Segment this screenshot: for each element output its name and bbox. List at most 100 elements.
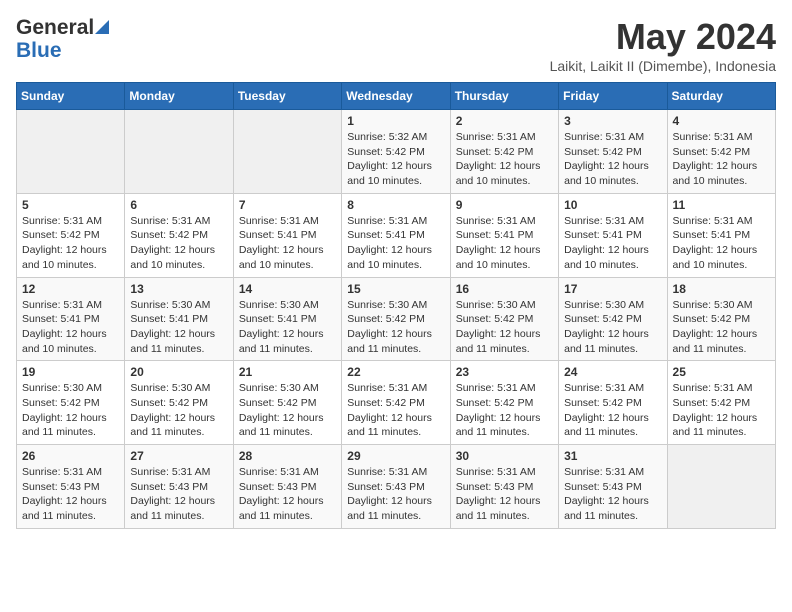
day-number: 23: [456, 365, 553, 379]
day-info: Sunrise: 5:31 AMSunset: 5:41 PMDaylight:…: [347, 214, 444, 273]
day-number: 1: [347, 114, 444, 128]
calendar-cell: 11Sunrise: 5:31 AMSunset: 5:41 PMDayligh…: [667, 193, 775, 277]
calendar-cell: [233, 110, 341, 194]
weekday-header-monday: Monday: [125, 83, 233, 110]
calendar-cell: 10Sunrise: 5:31 AMSunset: 5:41 PMDayligh…: [559, 193, 667, 277]
day-number: 20: [130, 365, 227, 379]
day-info: Sunrise: 5:31 AMSunset: 5:43 PMDaylight:…: [456, 465, 553, 524]
calendar-cell: 6 Sunrise: 5:31 AMSunset: 5:42 PMDaylight…: [125, 193, 233, 277]
day-number: 8: [347, 198, 444, 212]
day-number: 27: [130, 449, 227, 463]
calendar-cell: [17, 110, 125, 194]
calendar-cell: 7 Sunrise: 5:31 AMSunset: 5:41 PMDaylight…: [233, 193, 341, 277]
day-info: Sunrise: 5:30 AMSunset: 5:42 PMDaylight:…: [347, 298, 444, 357]
day-info: Sunrise: 5:31 AMSunset: 5:42 PMDaylight:…: [130, 214, 227, 273]
day-info: Sunrise: 5:31 AMSunset: 5:43 PMDaylight:…: [239, 465, 336, 524]
day-number: 15: [347, 282, 444, 296]
weekday-header-thursday: Thursday: [450, 83, 558, 110]
day-info: Sunrise: 5:31 AMSunset: 5:41 PMDaylight:…: [22, 298, 119, 357]
day-info: Sunrise: 5:30 AMSunset: 5:42 PMDaylight:…: [564, 298, 661, 357]
calendar-cell: 9 Sunrise: 5:31 AMSunset: 5:41 PMDaylight…: [450, 193, 558, 277]
day-number: 4: [673, 114, 770, 128]
calendar-cell: 17 Sunrise: 5:30 AMSunset: 5:42 PMDayligh…: [559, 277, 667, 361]
day-info: Sunrise: 5:31 AMSunset: 5:41 PMDaylight:…: [239, 214, 336, 273]
day-info: Sunrise: 5:31 AMSunset: 5:42 PMDaylight:…: [22, 214, 119, 273]
day-number: 5: [22, 198, 119, 212]
day-number: 16: [456, 282, 553, 296]
day-number: 22: [347, 365, 444, 379]
calendar-cell: 12Sunrise: 5:31 AMSunset: 5:41 PMDayligh…: [17, 277, 125, 361]
day-info: Sunrise: 5:30 AMSunset: 5:42 PMDaylight:…: [673, 298, 770, 357]
calendar-cell: 27 Sunrise: 5:31 AMSunset: 5:43 PMDayligh…: [125, 445, 233, 529]
calendar-table: SundayMondayTuesdayWednesdayThursdayFrid…: [16, 82, 776, 529]
day-number: 21: [239, 365, 336, 379]
day-info: Sunrise: 5:31 AMSunset: 5:41 PMDaylight:…: [456, 214, 553, 273]
day-info: Sunrise: 5:31 AMSunset: 5:41 PMDaylight:…: [673, 214, 770, 273]
day-info: Sunrise: 5:30 AMSunset: 5:41 PMDaylight:…: [239, 298, 336, 357]
calendar-week-row: 5 Sunrise: 5:31 AMSunset: 5:42 PMDaylight…: [17, 193, 776, 277]
day-info: Sunrise: 5:31 AMSunset: 5:42 PMDaylight:…: [456, 130, 553, 189]
calendar-cell: 14 Sunrise: 5:30 AMSunset: 5:41 PMDayligh…: [233, 277, 341, 361]
calendar-cell: 15 Sunrise: 5:30 AMSunset: 5:42 PMDayligh…: [342, 277, 450, 361]
calendar-cell: 28 Sunrise: 5:31 AMSunset: 5:43 PMDayligh…: [233, 445, 341, 529]
calendar-cell: 22Sunrise: 5:31 AMSunset: 5:42 PMDayligh…: [342, 361, 450, 445]
day-number: 28: [239, 449, 336, 463]
day-info: Sunrise: 5:30 AMSunset: 5:42 PMDaylight:…: [22, 381, 119, 440]
calendar-cell: 20 Sunrise: 5:30 AMSunset: 5:42 PMDayligh…: [125, 361, 233, 445]
weekday-header-friday: Friday: [559, 83, 667, 110]
day-info: Sunrise: 5:31 AMSunset: 5:42 PMDaylight:…: [456, 381, 553, 440]
calendar-cell: 25 Sunrise: 5:31 AMSunset: 5:42 PMDayligh…: [667, 361, 775, 445]
calendar-week-row: 1Sunrise: 5:32 AMSunset: 5:42 PMDaylight…: [17, 110, 776, 194]
day-number: 26: [22, 449, 119, 463]
calendar-cell: 24Sunrise: 5:31 AMSunset: 5:42 PMDayligh…: [559, 361, 667, 445]
day-number: 18: [673, 282, 770, 296]
calendar-cell: 5 Sunrise: 5:31 AMSunset: 5:42 PMDaylight…: [17, 193, 125, 277]
calendar-cell: 18 Sunrise: 5:30 AMSunset: 5:42 PMDayligh…: [667, 277, 775, 361]
calendar-cell: 8 Sunrise: 5:31 AMSunset: 5:41 PMDaylight…: [342, 193, 450, 277]
logo: General Blue: [16, 16, 109, 62]
day-number: 6: [130, 198, 227, 212]
calendar-cell: 16Sunrise: 5:30 AMSunset: 5:42 PMDayligh…: [450, 277, 558, 361]
calendar-week-row: 19 Sunrise: 5:30 AMSunset: 5:42 PMDayligh…: [17, 361, 776, 445]
calendar-cell: 23 Sunrise: 5:31 AMSunset: 5:42 PMDayligh…: [450, 361, 558, 445]
calendar-cell: 30 Sunrise: 5:31 AMSunset: 5:43 PMDayligh…: [450, 445, 558, 529]
calendar-cell: 3 Sunrise: 5:31 AMSunset: 5:42 PMDaylight…: [559, 110, 667, 194]
day-info: Sunrise: 5:31 AMSunset: 5:43 PMDaylight:…: [564, 465, 661, 524]
day-info: Sunrise: 5:30 AMSunset: 5:42 PMDaylight:…: [130, 381, 227, 440]
location-subtitle: Laikit, Laikit II (Dimembe), Indonesia: [550, 58, 776, 74]
logo-general: General: [16, 16, 94, 39]
day-number: 31: [564, 449, 661, 463]
calendar-header-row: SundayMondayTuesdayWednesdayThursdayFrid…: [17, 83, 776, 110]
calendar-cell: 31 Sunrise: 5:31 AMSunset: 5:43 PMDayligh…: [559, 445, 667, 529]
day-number: 3: [564, 114, 661, 128]
title-area: May 2024 Laikit, Laikit II (Dimembe), In…: [550, 16, 776, 74]
day-number: 19: [22, 365, 119, 379]
calendar-cell: 19 Sunrise: 5:30 AMSunset: 5:42 PMDayligh…: [17, 361, 125, 445]
calendar-week-row: 26 Sunrise: 5:31 AMSunset: 5:43 PMDayligh…: [17, 445, 776, 529]
day-number: 10: [564, 198, 661, 212]
day-info: Sunrise: 5:31 AMSunset: 5:42 PMDaylight:…: [673, 381, 770, 440]
day-info: Sunrise: 5:31 AMSunset: 5:43 PMDaylight:…: [22, 465, 119, 524]
day-info: Sunrise: 5:30 AMSunset: 5:42 PMDaylight:…: [239, 381, 336, 440]
day-info: Sunrise: 5:31 AMSunset: 5:42 PMDaylight:…: [673, 130, 770, 189]
calendar-cell: 13Sunrise: 5:30 AMSunset: 5:41 PMDayligh…: [125, 277, 233, 361]
day-info: Sunrise: 5:31 AMSunset: 5:43 PMDaylight:…: [347, 465, 444, 524]
calendar-cell: [125, 110, 233, 194]
day-number: 2: [456, 114, 553, 128]
day-number: 30: [456, 449, 553, 463]
calendar-cell: 21 Sunrise: 5:30 AMSunset: 5:42 PMDayligh…: [233, 361, 341, 445]
logo-triangle-icon: [95, 20, 109, 39]
day-info: Sunrise: 5:31 AMSunset: 5:42 PMDaylight:…: [564, 130, 661, 189]
weekday-header-tuesday: Tuesday: [233, 83, 341, 110]
weekday-header-wednesday: Wednesday: [342, 83, 450, 110]
day-info: Sunrise: 5:31 AMSunset: 5:43 PMDaylight:…: [130, 465, 227, 524]
day-number: 24: [564, 365, 661, 379]
day-number: 25: [673, 365, 770, 379]
day-number: 9: [456, 198, 553, 212]
day-number: 14: [239, 282, 336, 296]
day-number: 17: [564, 282, 661, 296]
day-number: 7: [239, 198, 336, 212]
weekday-header-sunday: Sunday: [17, 83, 125, 110]
page-title: May 2024: [550, 16, 776, 58]
calendar-cell: 26 Sunrise: 5:31 AMSunset: 5:43 PMDayligh…: [17, 445, 125, 529]
